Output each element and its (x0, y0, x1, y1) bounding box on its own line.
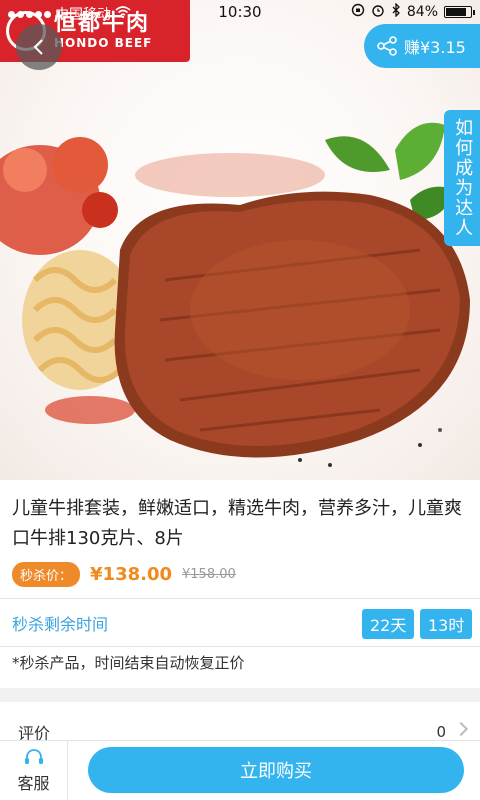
original-price: ¥158.00 (182, 567, 236, 582)
bluetooth-icon (391, 2, 401, 21)
battery-percent: 84% (406, 4, 438, 20)
countdown-row: 秒杀剩余时间 22天 13时 (0, 600, 480, 646)
review-count: 0 (436, 723, 446, 741)
customer-service-button[interactable]: 客服 (0, 741, 68, 800)
earn-label: 赚¥3.15 (404, 38, 466, 57)
steak-illustration (0, 122, 470, 467)
status-bar: 中国移动 10:30 84% (0, 0, 480, 24)
product-image[interactable]: 恒都牛肉 HONDO BEEF (0, 0, 480, 480)
product-detail-screen: 恒都牛肉 HONDO BEEF 中国移动 10:30 84% 赚¥3.15 如何… (0, 0, 480, 800)
section-gap (0, 688, 480, 702)
countdown-days: 22天 (362, 609, 415, 639)
become-daren-tab[interactable]: 如何成为达人 (444, 110, 480, 246)
buy-now-button[interactable]: 立即购买 (88, 747, 464, 793)
back-button[interactable] (16, 24, 62, 70)
divider (0, 646, 480, 647)
product-title: 儿童牛排套装，鲜嫩适口，精选牛肉，营养多汁，儿童爽口牛排130克片、8片 (12, 498, 462, 549)
share-earn-button[interactable]: 赚¥3.15 (364, 24, 480, 68)
flash-sale-tag: 秒杀价： (12, 562, 81, 587)
rotation-lock-icon (351, 3, 365, 21)
share-icon (377, 36, 397, 56)
brand-name-en: HONDO BEEF (54, 35, 153, 50)
chevron-right-icon (453, 721, 469, 737)
countdown-label: 秒杀剩余时间 (12, 615, 109, 634)
countdown-hours: 13时 (420, 609, 473, 639)
headset-icon (24, 749, 43, 764)
battery-icon (444, 6, 475, 18)
alarm-icon (371, 3, 385, 21)
current-price: ¥138.00 (90, 564, 172, 585)
chevron-left-icon (33, 39, 43, 55)
bottom-action-bar: 客服 立即购买 (0, 740, 480, 800)
price-row: 秒杀价： ¥138.00 ¥158.00 (12, 562, 236, 587)
divider (0, 598, 480, 599)
flash-sale-notice: *秒杀产品，时间结束自动恢复正价 (12, 654, 245, 672)
customer-service-label: 客服 (17, 774, 50, 793)
